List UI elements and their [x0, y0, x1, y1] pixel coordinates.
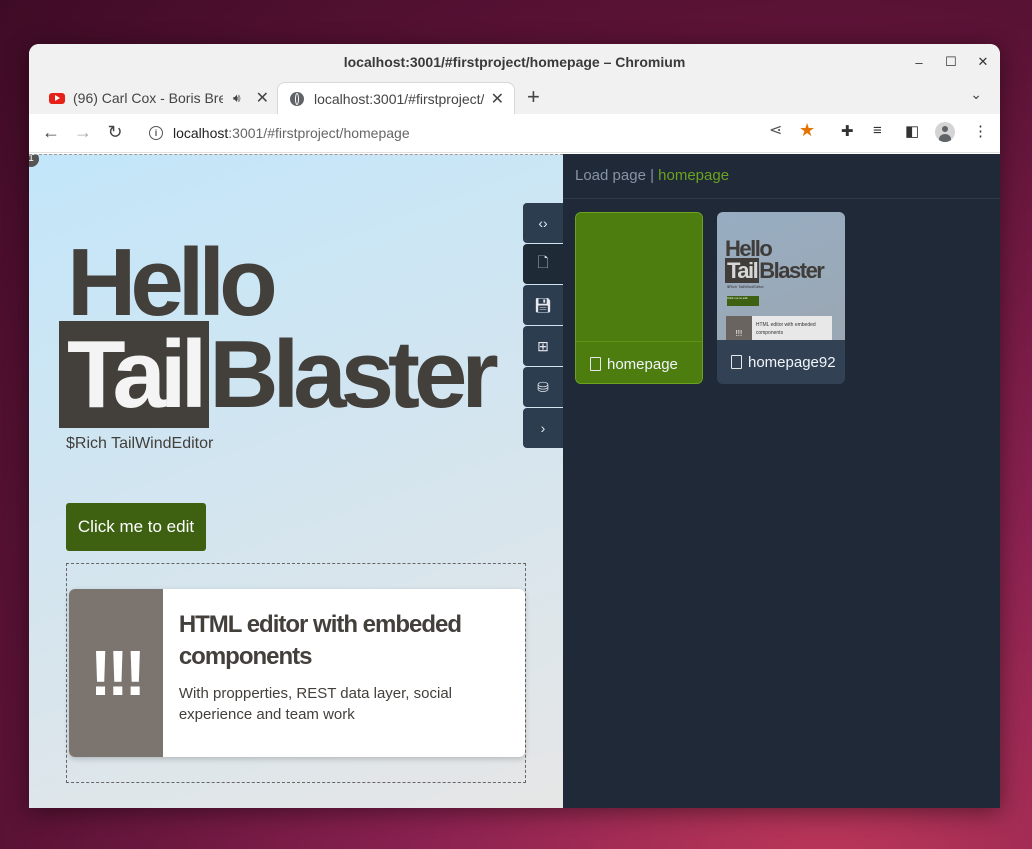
title-bar: localhost:3001/#firstproject/homepage – …: [29, 44, 1000, 80]
tab-title: localhost:3001/#firstproject/homepage: [314, 90, 484, 107]
address-bar[interactable]: i localhost:3001/#firstproject/homepage: [137, 118, 817, 148]
forward-icon[interactable]: →: [71, 122, 95, 143]
media-control-icon[interactable]: ≡: [873, 122, 882, 139]
tab-strip: (96) Carl Cox - Boris Brejcha 🔊︎ ✕ local…: [29, 80, 1000, 114]
window-controls: – ☐ ✕: [912, 44, 990, 80]
card-selection-frame[interactable]: !!! HTML editor with embeded components …: [66, 563, 526, 783]
mini-tail: Tail: [725, 258, 760, 283]
mini-line2: TailBlaster: [725, 258, 825, 283]
close-icon[interactable]: ✕: [976, 54, 990, 70]
tab-title: (96) Carl Cox - Boris Brejcha: [73, 90, 223, 106]
back-icon[interactable]: ←: [39, 122, 63, 143]
page-name: homepage92: [748, 353, 836, 371]
tab-localhost[interactable]: localhost:3001/#firstproject/homepage ✕: [277, 82, 515, 114]
tab-youtube[interactable]: (96) Carl Cox - Boris Brejcha 🔊︎ ✕: [39, 82, 279, 114]
hero-tail: Tail: [59, 321, 210, 428]
document-icon: [731, 355, 742, 369]
card-title: HTML editor with embeded components: [178, 611, 462, 670]
chevron-down-icon[interactable]: ⌄: [970, 86, 982, 103]
document-icon: [590, 357, 601, 371]
pages-panel: Load page | homepage homepage Hello Tail…: [563, 154, 1000, 808]
page-card-homepage92[interactable]: Hello TailBlaster $Rich TailWindEditor C…: [717, 212, 845, 384]
card-text: With propperties, REST data layer, socia…: [178, 684, 452, 723]
menu-kebab-icon[interactable]: ⋮: [973, 122, 988, 140]
selection-badge: 1: [29, 155, 39, 167]
hero-title[interactable]: Hello TailBlaster: [59, 229, 499, 428]
page-card-label: homepage: [576, 342, 702, 383]
browser-toolbar: ← → ↻ i localhost:3001/#firstproject/hom…: [29, 114, 1000, 153]
chevron-right-icon[interactable]: ›: [523, 408, 563, 448]
card-media: !!!: [69, 589, 163, 757]
tab-close-icon[interactable]: ✕: [256, 88, 269, 108]
globe-icon: [290, 91, 304, 106]
page-name: homepage: [607, 355, 678, 373]
page-thumbnail: Hello TailBlaster $Rich TailWindEditor C…: [717, 212, 845, 340]
bookmark-star-icon[interactable]: ★: [799, 120, 815, 141]
components-grid-icon[interactable]: ⊞: [523, 326, 563, 366]
extensions-icon[interactable]: ✚: [841, 122, 854, 140]
save-icon[interactable]: 💾︎: [523, 285, 563, 325]
speaker-icon[interactable]: 🔊︎: [233, 91, 241, 106]
feature-card[interactable]: !!! HTML editor with embeded components …: [69, 589, 525, 757]
mini-card-media: !!!: [726, 316, 752, 340]
share-icon[interactable]: ⋖: [769, 120, 782, 140]
mini-button: Click me to edit: [727, 296, 759, 306]
load-page-label: Load page: [575, 167, 646, 184]
url-host: localhost: [173, 125, 229, 141]
youtube-icon: [49, 92, 65, 104]
info-icon[interactable]: i: [149, 126, 163, 140]
window-title: localhost:3001/#firstproject/homepage – …: [343, 54, 686, 70]
current-page-label: homepage: [658, 167, 730, 184]
editor-tool-rail: ‹› 🗋︎ 💾︎ ⊞ ⛁ ›: [523, 203, 563, 449]
hero-blaster: Blaster: [209, 321, 498, 428]
edit-cta-button[interactable]: Click me to edit: [66, 503, 206, 551]
mini-card-text: HTML editor with embeded components: [755, 322, 816, 336]
reload-icon[interactable]: ↻: [103, 122, 127, 143]
mini-hello: Hello: [725, 236, 773, 261]
page-card-label: homepage92: [717, 340, 845, 384]
editor-canvas[interactable]: 1 Hello TailBlaster $Rich TailWindEditor…: [29, 154, 563, 808]
header-separator: |: [645, 167, 659, 184]
page-card-homepage[interactable]: homepage: [575, 212, 703, 384]
mini-blaster: Blaster: [759, 258, 825, 283]
database-icon[interactable]: ⛁: [523, 367, 563, 407]
new-tab-icon[interactable]: +: [527, 84, 540, 110]
code-icon[interactable]: ‹›: [523, 203, 563, 243]
browser-window: localhost:3001/#firstproject/homepage – …: [29, 44, 1000, 808]
page-content: 1 Hello TailBlaster $Rich TailWindEditor…: [29, 154, 1000, 808]
url-path: :3001/#firstproject/homepage: [228, 125, 410, 141]
panel-header: Load page | homepage: [563, 154, 1000, 199]
page-thumbnail: [576, 213, 702, 342]
maximize-icon[interactable]: ☐: [944, 54, 958, 70]
side-panel-icon[interactable]: ◧: [905, 122, 919, 140]
mini-subtitle: $Rich TailWindEditor: [727, 284, 764, 289]
tab-close-icon[interactable]: ✕: [491, 89, 504, 109]
hero-subtitle[interactable]: $Rich TailWindEditor: [66, 435, 213, 453]
hero-hello: Hello: [67, 229, 278, 336]
card-body: HTML editor with embeded components With…: [163, 589, 525, 757]
profile-avatar-icon[interactable]: [935, 122, 955, 142]
minimize-icon[interactable]: –: [912, 55, 926, 70]
mini-card: !!! HTML editor with embeded components: [726, 316, 832, 340]
hero-line2: TailBlaster: [59, 321, 499, 428]
page-icon[interactable]: 🗋︎: [523, 244, 563, 284]
